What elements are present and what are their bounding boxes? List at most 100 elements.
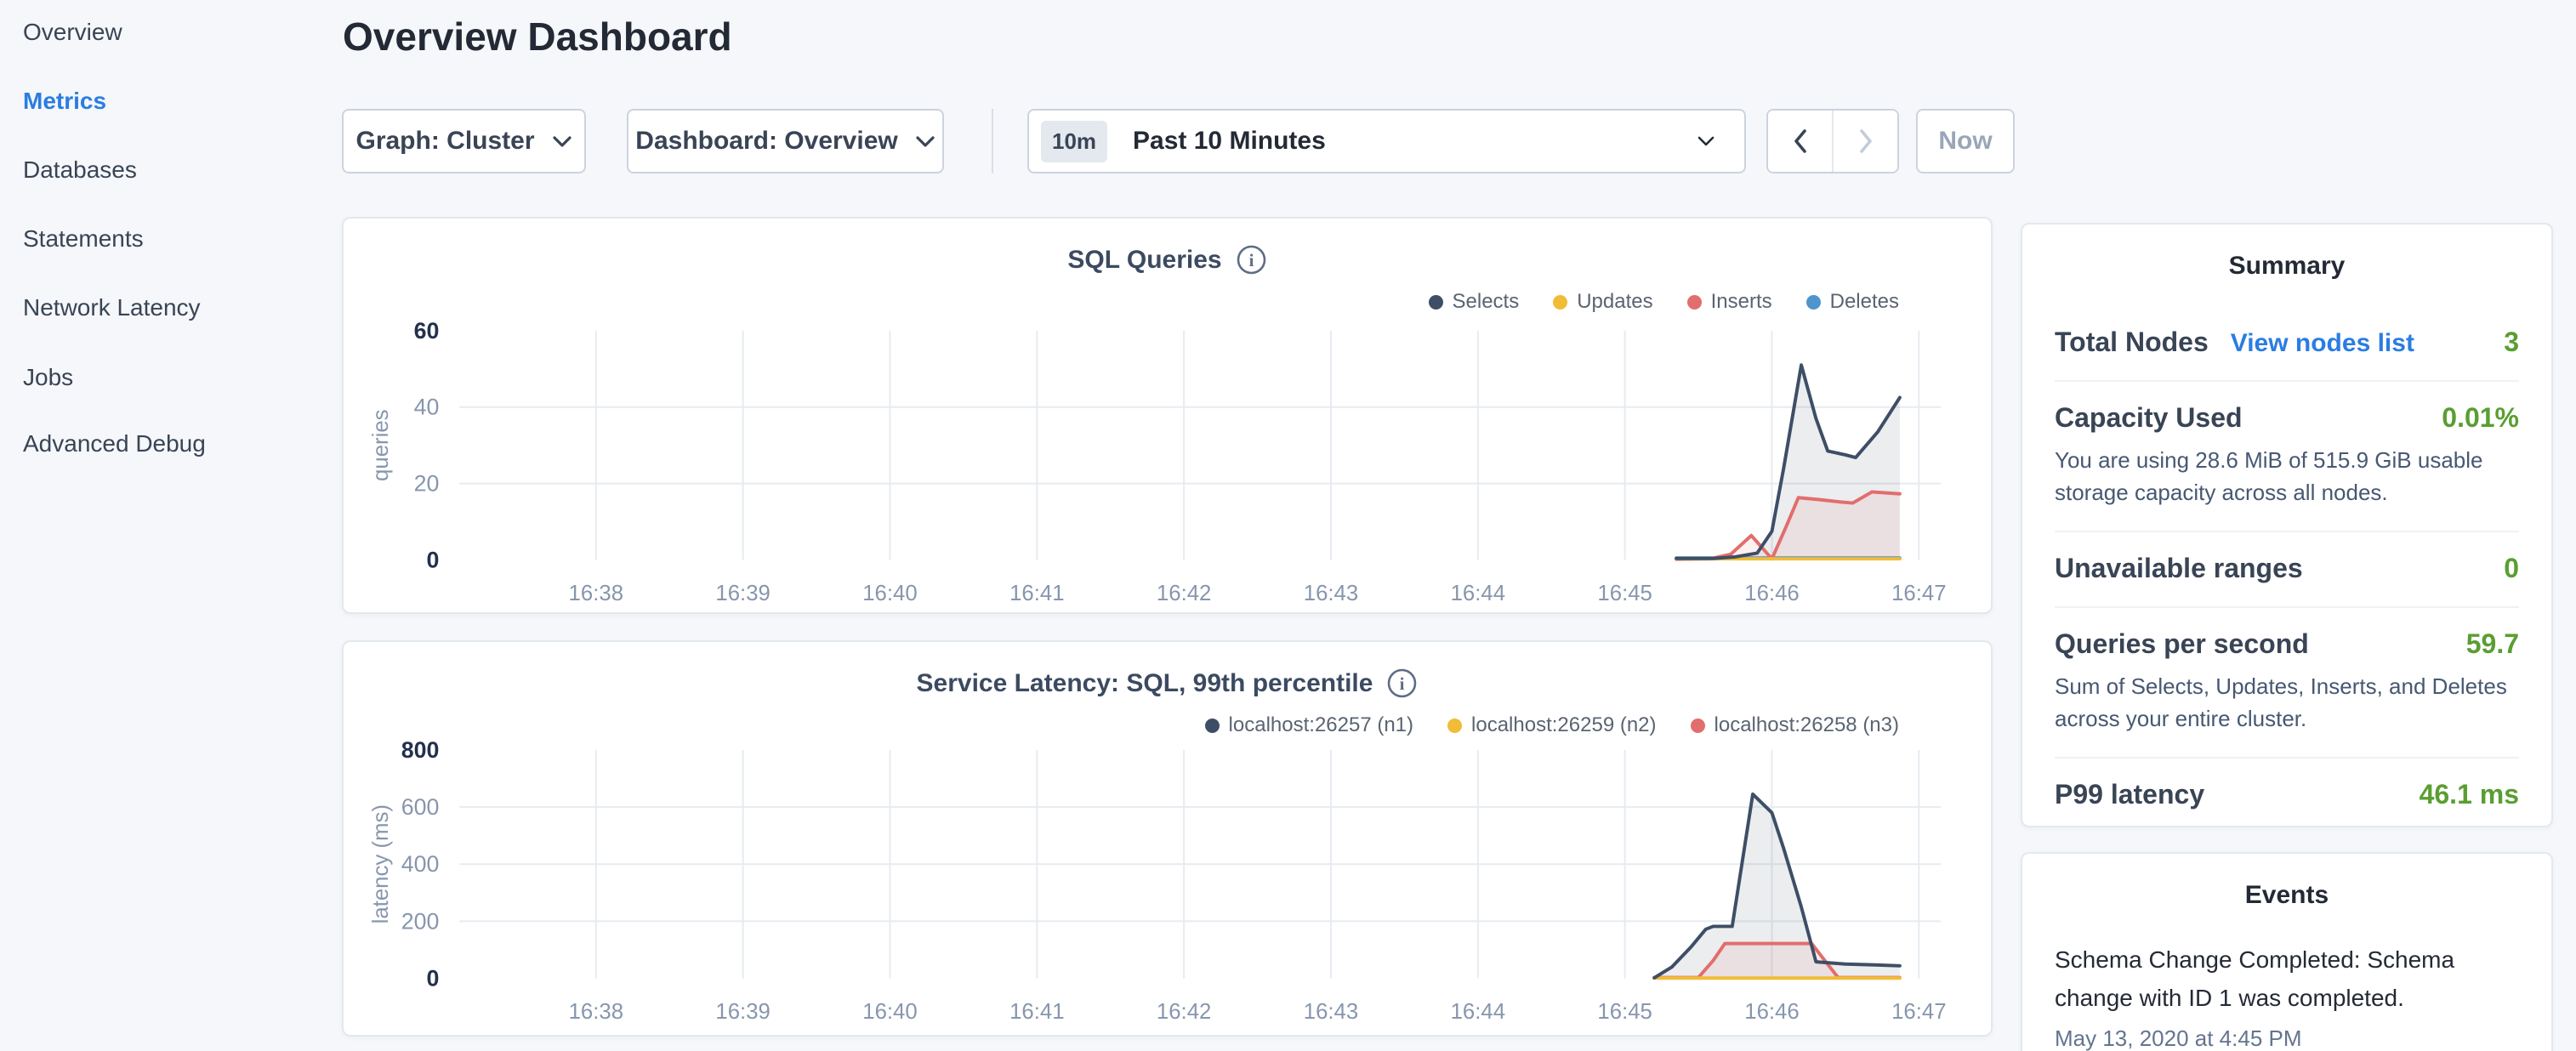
x-axis-tick-label: 16:47 [1891, 1000, 1946, 1024]
summary-row-description: Sum of Selects, Updates, Inserts, and De… [2055, 670, 2519, 735]
x-axis-tick-label: 16:46 [1744, 582, 1799, 605]
chevron-down-icon [552, 135, 572, 148]
time-window-label: Past 10 Minutes [1133, 127, 1326, 156]
next-time-button[interactable] [1832, 111, 1897, 172]
info-icon[interactable]: i [1236, 244, 1267, 276]
summary-row-label: Unavailable ranges [2055, 553, 2303, 584]
summary-rows: Total Nodes View nodes list 3 Capacity U… [2055, 306, 2519, 832]
service-latency-plot[interactable]: 16:3816:3916:4016:4116:4216:4316:4416:45… [344, 642, 1991, 1035]
chart-header: SQL Queries i [344, 244, 1991, 276]
chevron-right-icon [1858, 128, 1874, 154]
x-axis-tick-label: 16:38 [569, 582, 623, 605]
legend-item[interactable]: Inserts [1687, 290, 1772, 314]
time-step-buttons [1766, 109, 1899, 173]
event-item-text[interactable]: Schema Change Completed: Schema change w… [2055, 940, 2519, 1017]
controls-row: Graph: Cluster Dashboard: Overview 10m P… [342, 109, 2015, 173]
sidebar-item-jobs[interactable]: Jobs [23, 364, 73, 391]
summary-row-queries-per-second: Queries per second 59.7 Sum of Selects, … [2055, 606, 2519, 757]
y-axis-tick-label: 400 [401, 851, 440, 877]
chart-header: Service Latency: SQL, 99th percentile i [344, 668, 1991, 699]
dashboard-dropdown-label: Dashboard: Overview [635, 127, 897, 156]
chart-title: SQL Queries [1067, 246, 1221, 275]
summary-panel: Summary Total Nodes View nodes list 3 Ca… [2021, 223, 2553, 827]
x-axis-tick-label: 16:40 [862, 1000, 917, 1024]
legend-item[interactable]: Deletes [1806, 290, 1899, 314]
graph-dropdown-label: Graph: Cluster [355, 127, 534, 156]
y-axis-tick-label: 0 [427, 965, 440, 991]
dashboard-dropdown[interactable]: Dashboard: Overview [627, 109, 944, 173]
view-nodes-list-link[interactable]: View nodes list [2231, 329, 2414, 358]
x-axis-tick-label: 16:41 [1009, 582, 1064, 605]
svg-text:i: i [1248, 250, 1254, 270]
summary-row-value: 0 [2504, 553, 2519, 584]
legend-dot [1691, 719, 1705, 733]
x-axis-tick-label: 16:39 [715, 1000, 770, 1024]
chart-title: Service Latency: SQL, 99th percentile [917, 669, 1373, 698]
legend-item[interactable]: localhost:26257 (n1) [1205, 713, 1413, 737]
summary-row-label: Capacity Used [2055, 402, 2243, 434]
x-axis-tick-label: 16:43 [1304, 1000, 1358, 1024]
time-window-badge: 10m [1041, 121, 1107, 162]
gridlines [459, 331, 1941, 560]
legend-dot [1447, 719, 1462, 733]
summary-row-capacity-used: Capacity Used 0.01% You are using 28.6 M… [2055, 380, 2519, 531]
overview-dashboard-page: Overview Metrics Databases Statements Ne… [0, 0, 2576, 1051]
sidebar-item-overview[interactable]: Overview [23, 19, 122, 46]
summary-row-label: Queries per second [2055, 628, 2309, 660]
summary-row-p99-latency: P99 latency 46.1 ms [2055, 757, 2519, 832]
sql-queries-chart-card: 16:3816:3916:4016:4116:4216:4316:4416:45… [342, 217, 1993, 614]
x-axis-tick-label: 16:43 [1304, 582, 1358, 605]
y-axis-tick-label: 200 [401, 908, 440, 934]
sidebar-item-metrics[interactable]: Metrics [23, 88, 106, 115]
events-panel: Events Schema Change Completed: Schema c… [2021, 852, 2553, 1051]
y-axis-tick-label: 60 [414, 318, 440, 344]
x-axis-tick-label: 16:45 [1597, 582, 1652, 605]
x-axis-tick-label: 16:41 [1009, 1000, 1064, 1024]
x-axis-tick-label: 16:39 [715, 582, 770, 605]
y-axis-tick-label: 0 [427, 547, 440, 572]
sql-queries-plot[interactable]: 16:3816:3916:4016:4116:4216:4316:4416:45… [344, 219, 1991, 612]
x-axis-tick-label: 16:44 [1451, 1000, 1505, 1024]
summary-row-description: You are using 28.6 MiB of 515.9 GiB usab… [2055, 444, 2519, 508]
summary-row-label: P99 latency [2055, 779, 2204, 810]
summary-row-value: 46.1 ms [2420, 779, 2519, 810]
sidebar-item-databases[interactable]: Databases [23, 156, 137, 184]
info-icon[interactable]: i [1386, 668, 1418, 699]
legend-label: Updates [1577, 290, 1652, 314]
y-axis-tick-label: 800 [401, 737, 440, 763]
time-window-dropdown[interactable]: 10m Past 10 Minutes [1027, 109, 1746, 173]
chart-legend: Selects Updates Inserts Deletes [1429, 290, 1900, 314]
x-axis-tick-label: 16:44 [1451, 582, 1505, 605]
now-button[interactable]: Now [1916, 109, 2015, 173]
x-axis-tick-label: 16:46 [1744, 1000, 1799, 1024]
graph-dropdown[interactable]: Graph: Cluster [342, 109, 586, 173]
legend-dot [1687, 295, 1702, 310]
sidebar-item-advanced-debug[interactable]: Advanced Debug [23, 430, 206, 457]
legend-label: Deletes [1830, 290, 1899, 314]
y-axis-label: queries [369, 409, 393, 481]
sidebar-item-network-latency[interactable]: Network Latency [23, 294, 201, 321]
legend-item[interactable]: Updates [1553, 290, 1652, 314]
chevron-down-icon [915, 135, 935, 148]
legend-item[interactable]: Selects [1429, 290, 1520, 314]
sidebar-item-statements[interactable]: Statements [23, 225, 144, 253]
legend-item[interactable]: localhost:26259 (n2) [1447, 713, 1656, 737]
x-axis-tick-label: 16:40 [862, 582, 917, 605]
legend-dot [1205, 719, 1220, 733]
legend-item[interactable]: localhost:26258 (n3) [1691, 713, 1899, 737]
summary-row-total-nodes: Total Nodes View nodes list 3 [2055, 306, 2519, 380]
controls-divider [992, 109, 993, 173]
summary-title: Summary [2022, 252, 2551, 281]
chevron-left-icon [1793, 128, 1808, 154]
x-axis-tick-label: 16:47 [1891, 582, 1946, 605]
legend-dot [1429, 295, 1443, 310]
event-item-timestamp: May 13, 2020 at 4:45 PM [2055, 1025, 2519, 1051]
legend-label: localhost:26259 (n2) [1471, 713, 1656, 737]
legend-dot [1553, 295, 1567, 310]
legend-label: Selects [1453, 290, 1520, 314]
summary-row-value: 3 [2504, 327, 2519, 358]
events-title: Events [2022, 881, 2551, 910]
summary-row-value: 0.01% [2442, 402, 2519, 434]
prev-time-button[interactable] [1768, 111, 1832, 172]
x-axis-tick-label: 16:45 [1597, 1000, 1652, 1024]
